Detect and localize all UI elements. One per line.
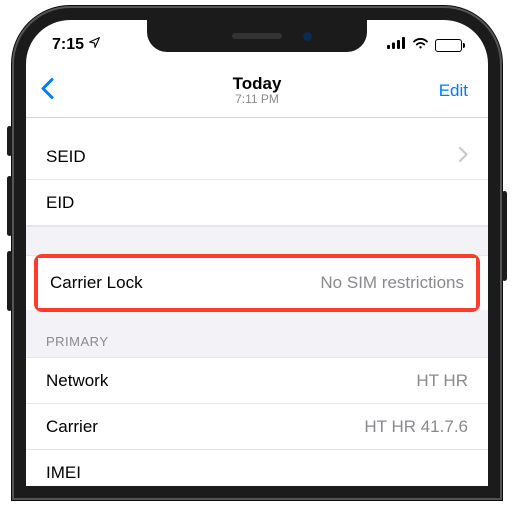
volume-up-button — [7, 176, 12, 236]
row-value: HT HR — [416, 371, 468, 391]
highlight-carrier-lock: Carrier Lock No SIM restrictions — [34, 254, 480, 312]
row-label: SEID — [46, 147, 86, 167]
nav-title: Today — [233, 75, 282, 94]
row-carrier[interactable]: Carrier HT HR 41.7.6 — [26, 404, 488, 450]
nav-bar: Today 7:11 PM Edit — [26, 64, 488, 118]
device-frame: 7:15 — [12, 6, 502, 500]
row-seid[interactable]: SEID — [26, 134, 488, 180]
row-value: No SIM restrictions — [320, 273, 464, 293]
volume-down-button — [7, 251, 12, 311]
nav-subtitle: 7:11 PM — [233, 93, 282, 106]
section-header-primary: PRIMARY — [26, 310, 488, 358]
row-value: HT HR 41.7.6 — [364, 417, 468, 437]
cellular-icon — [387, 36, 406, 54]
row-carrier-lock[interactable]: Carrier Lock No SIM restrictions — [38, 258, 476, 308]
location-icon — [88, 36, 101, 54]
battery-icon — [435, 39, 462, 52]
row-imei[interactable]: IMEI — [26, 450, 488, 486]
row-label: Carrier Lock — [50, 273, 143, 293]
content-area: SEID EID Carrier Lock No SIM restriction… — [26, 118, 488, 486]
back-button[interactable] — [40, 77, 54, 104]
status-time: 7:15 — [52, 36, 84, 54]
section-gap — [26, 226, 488, 256]
screen: 7:15 — [26, 20, 488, 486]
row-network[interactable]: Network HT HR — [26, 358, 488, 404]
row-label: IMEI — [46, 463, 81, 483]
chevron-left-icon — [40, 77, 54, 99]
chevron-right-icon — [459, 147, 468, 167]
speaker-grille — [232, 33, 282, 39]
notch — [147, 20, 367, 52]
row-label: Carrier — [46, 417, 98, 437]
power-button — [502, 191, 507, 281]
mute-switch — [7, 126, 12, 156]
front-camera — [303, 32, 312, 41]
row-label: Network — [46, 371, 108, 391]
edit-button[interactable]: Edit — [439, 81, 468, 101]
wifi-icon — [412, 36, 429, 54]
row-label: EID — [46, 193, 74, 213]
row-eid[interactable]: EID — [26, 180, 488, 226]
nav-title-group: Today 7:11 PM — [233, 75, 282, 107]
